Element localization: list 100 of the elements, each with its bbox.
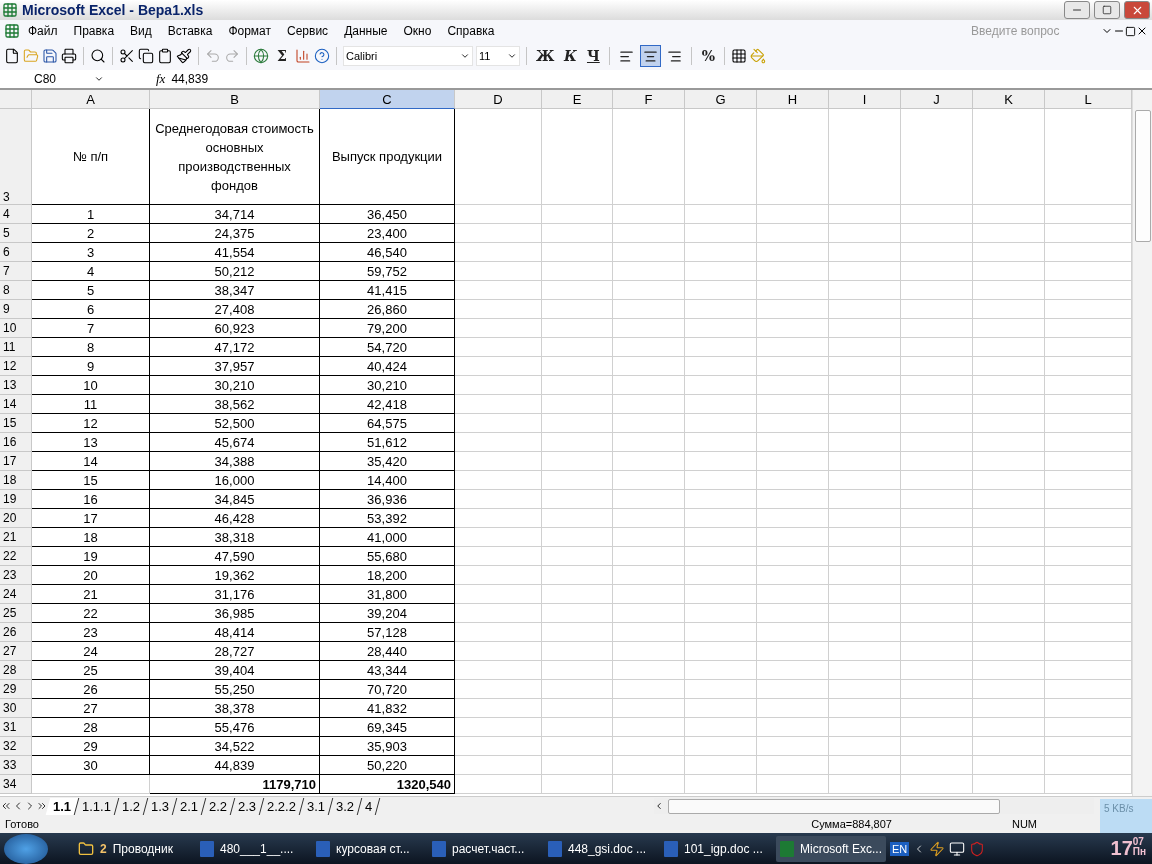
empty-cell[interactable] <box>829 224 901 243</box>
redo-icon[interactable] <box>224 48 240 64</box>
empty-cell[interactable] <box>829 699 901 718</box>
empty-cell[interactable] <box>829 737 901 756</box>
empty-cell[interactable] <box>757 547 829 566</box>
empty-cell[interactable] <box>613 224 685 243</box>
cut-icon[interactable] <box>119 48 135 64</box>
printer-icon[interactable] <box>61 48 77 64</box>
empty-cell[interactable] <box>901 680 973 699</box>
empty-cell[interactable] <box>901 281 973 300</box>
empty-cell[interactable] <box>685 775 757 794</box>
empty-cell[interactable] <box>542 547 613 566</box>
empty-cell[interactable] <box>757 395 829 414</box>
empty-cell[interactable] <box>973 547 1045 566</box>
empty-cell[interactable] <box>455 414 542 433</box>
empty-cell[interactable] <box>973 433 1045 452</box>
empty-cell[interactable] <box>685 300 757 319</box>
column-header[interactable]: K <box>973 90 1045 109</box>
empty-cell[interactable] <box>613 376 685 395</box>
empty-cell[interactable] <box>685 699 757 718</box>
row-number[interactable]: 34 <box>0 775 32 794</box>
empty-cell[interactable] <box>901 433 973 452</box>
empty-cell[interactable] <box>973 775 1045 794</box>
empty-cell[interactable] <box>901 509 973 528</box>
empty-cell[interactable] <box>613 509 685 528</box>
empty-cell[interactable] <box>542 775 613 794</box>
empty-cell[interactable] <box>757 604 829 623</box>
row-number[interactable]: 33 <box>0 756 32 775</box>
empty-cell[interactable] <box>455 737 542 756</box>
empty-cell[interactable] <box>901 718 973 737</box>
empty-cell[interactable] <box>455 547 542 566</box>
empty-cell[interactable] <box>685 395 757 414</box>
empty-cell[interactable] <box>685 281 757 300</box>
empty-cell[interactable] <box>757 376 829 395</box>
empty-cell[interactable] <box>973 737 1045 756</box>
empty-cell[interactable] <box>455 680 542 699</box>
last-sheet-icon[interactable] <box>36 800 48 812</box>
empty-cell[interactable] <box>973 243 1045 262</box>
empty-cell[interactable] <box>542 357 613 376</box>
empty-cell[interactable] <box>542 224 613 243</box>
empty-cell[interactable] <box>973 528 1045 547</box>
empty-cell[interactable] <box>901 490 973 509</box>
row-number[interactable]: 22 <box>0 547 32 566</box>
empty-cell[interactable] <box>973 205 1045 224</box>
empty-cell[interactable] <box>455 376 542 395</box>
empty-cell[interactable] <box>542 566 613 585</box>
taskbar-button[interactable]: 448_gsi.doc ... <box>544 835 656 862</box>
empty-cell[interactable] <box>757 300 829 319</box>
empty-cell[interactable] <box>685 224 757 243</box>
empty-cell[interactable] <box>685 414 757 433</box>
empty-cell[interactable] <box>613 585 685 604</box>
taskbar-button[interactable]: расчет.част... <box>428 835 540 862</box>
empty-cell[interactable] <box>455 661 542 680</box>
empty-cell[interactable] <box>901 338 973 357</box>
row-number[interactable]: 26 <box>0 623 32 642</box>
row-number[interactable]: 27 <box>0 642 32 661</box>
empty-cell[interactable] <box>757 642 829 661</box>
empty-cell[interactable] <box>542 243 613 262</box>
undo-icon[interactable] <box>205 48 221 64</box>
clock-hours[interactable]: 17 <box>1110 837 1133 860</box>
empty-cell[interactable] <box>455 699 542 718</box>
row-number[interactable]: 18 <box>0 471 32 490</box>
empty-cell[interactable] <box>829 395 901 414</box>
empty-cell[interactable] <box>973 338 1045 357</box>
empty-cell[interactable] <box>685 566 757 585</box>
empty-cell[interactable] <box>973 566 1045 585</box>
empty-cell[interactable] <box>455 623 542 642</box>
font-size-select[interactable]: 11 <box>476 46 520 66</box>
empty-cell[interactable] <box>542 737 613 756</box>
empty-cell[interactable] <box>973 642 1045 661</box>
empty-cell[interactable] <box>829 775 901 794</box>
empty-cell[interactable] <box>613 680 685 699</box>
empty-cell[interactable] <box>901 547 973 566</box>
empty-cell[interactable] <box>973 262 1045 281</box>
empty-cell[interactable] <box>613 528 685 547</box>
empty-cell[interactable] <box>542 395 613 414</box>
row-number[interactable]: 32 <box>0 737 32 756</box>
empty-cell[interactable] <box>542 699 613 718</box>
menu-item[interactable]: Окно <box>395 24 440 38</box>
empty-cell[interactable] <box>613 471 685 490</box>
menu-item[interactable]: Вставка <box>159 24 221 38</box>
empty-cell[interactable] <box>685 604 757 623</box>
chart-icon[interactable] <box>295 48 311 64</box>
row-number[interactable]: 21 <box>0 528 32 547</box>
empty-cell[interactable] <box>973 281 1045 300</box>
empty-cell[interactable] <box>685 680 757 699</box>
empty-cell[interactable] <box>455 243 542 262</box>
menu-item[interactable]: Справка <box>439 24 503 38</box>
first-sheet-icon[interactable] <box>0 800 12 812</box>
empty-cell[interactable] <box>901 775 973 794</box>
empty-cell[interactable] <box>973 509 1045 528</box>
formula-field[interactable]: 44,839 <box>171 72 209 86</box>
empty-cell[interactable] <box>455 471 542 490</box>
taskbar-button[interactable]: 480___1__.... <box>196 835 308 862</box>
language-indicator[interactable]: EN <box>890 841 910 856</box>
empty-cell[interactable] <box>542 452 613 471</box>
empty-cell[interactable] <box>542 319 613 338</box>
empty-cell[interactable] <box>757 661 829 680</box>
empty-cell[interactable] <box>542 509 613 528</box>
row-number[interactable]: 29 <box>0 680 32 699</box>
